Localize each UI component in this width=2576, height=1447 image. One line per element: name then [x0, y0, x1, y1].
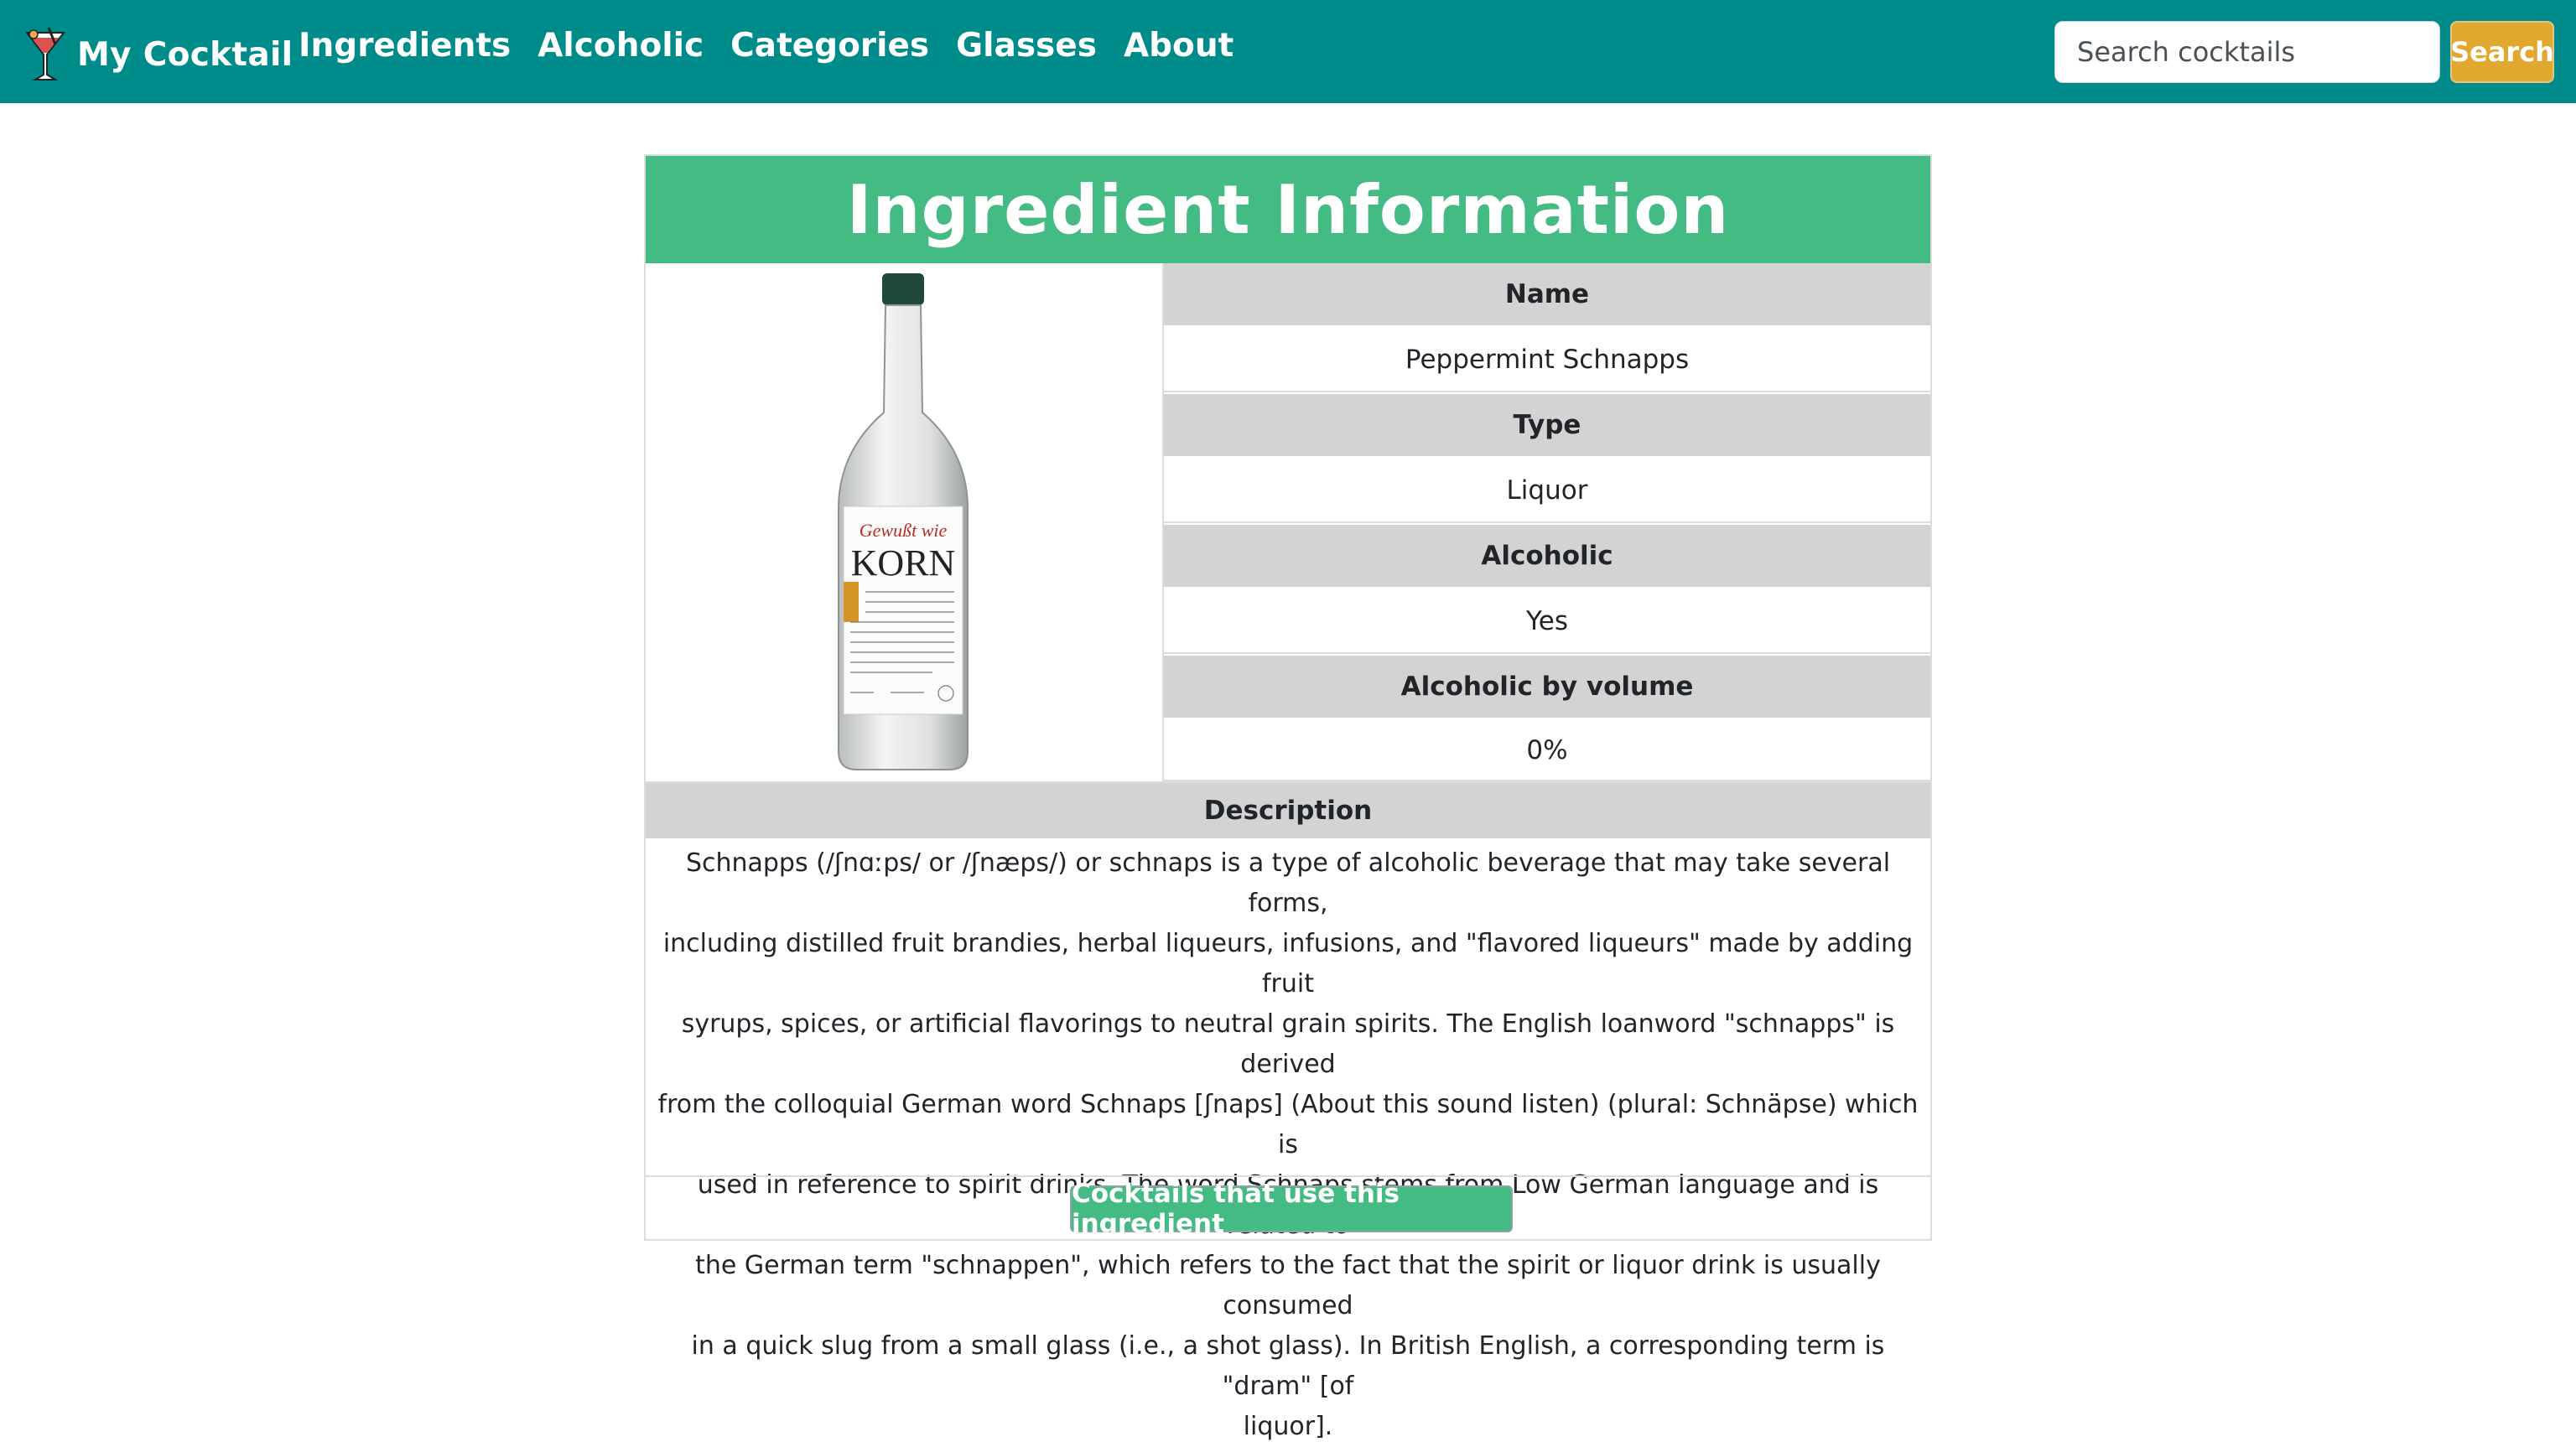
- search-button[interactable]: Search: [2450, 21, 2554, 83]
- nav-alcoholic[interactable]: Alcoholic: [538, 27, 704, 65]
- abv-value: 0%: [1164, 721, 1930, 781]
- type-value: Liquor: [1164, 459, 1930, 523]
- card-footer: Cocktails that use this ingredient: [646, 1175, 1930, 1241]
- description-line: from the colloquial German word Schnaps …: [657, 1090, 1919, 1159]
- abv-label: Alcoholic by volume: [1164, 656, 1930, 719]
- bottle-label-name: KORN: [851, 542, 956, 583]
- description-line: syrups, spices, or artificial flavorings…: [681, 1009, 1895, 1079]
- nav-glasses[interactable]: Glasses: [956, 27, 1097, 65]
- cocktails-using-ingredient-button[interactable]: Cocktails that use this ingredient: [1070, 1179, 1513, 1239]
- navbar: My Cocktail Ingredients Alcoholic Catego…: [0, 0, 2576, 103]
- brand-name: My Cocktail: [77, 35, 293, 74]
- ingredient-card: Ingredient Information Gewußt wie KORN N…: [644, 154, 1932, 1441]
- ingredient-bottle-image: Gewußt wie KORN: [838, 273, 969, 770]
- ingredient-image-cell: Gewußt wie KORN: [646, 263, 1164, 781]
- nav-categories[interactable]: Categories: [730, 27, 929, 65]
- search-input[interactable]: [2054, 21, 2440, 83]
- description-line: the German term "schnappen", which refer…: [695, 1251, 1881, 1320]
- brand-link[interactable]: My Cocktail: [23, 25, 293, 84]
- type-label: Type: [1164, 394, 1930, 458]
- description-text: Schnapps (/ʃnɑːps/ or /ʃnæps/) or schnap…: [646, 838, 1930, 1441]
- alcoholic-label: Alcoholic: [1164, 525, 1930, 589]
- bottle-label-brand: Gewußt wie: [860, 520, 948, 541]
- description-line: liquor].: [1243, 1412, 1333, 1441]
- nav-links: Ingredients Alcoholic Categories Glasses…: [299, 27, 1260, 65]
- name-value: Peppermint Schnapps: [1164, 329, 1930, 392]
- alcoholic-value: Yes: [1164, 590, 1930, 654]
- description-line: Schnapps (/ʃnɑːps/ or /ʃnæps/) or schnap…: [685, 848, 1891, 918]
- description-line: in a quick slug from a small glass (i.e.…: [691, 1331, 1885, 1401]
- nav-ingredients[interactable]: Ingredients: [299, 27, 511, 65]
- cocktail-glass-icon: [24, 27, 66, 80]
- nav-about[interactable]: About: [1124, 27, 1233, 65]
- description-line: including distilled fruit brandies, herb…: [662, 929, 1914, 998]
- name-label: Name: [1164, 263, 1930, 327]
- description-label: Description: [646, 781, 1930, 838]
- page-title: Ingredient Information: [646, 156, 1930, 263]
